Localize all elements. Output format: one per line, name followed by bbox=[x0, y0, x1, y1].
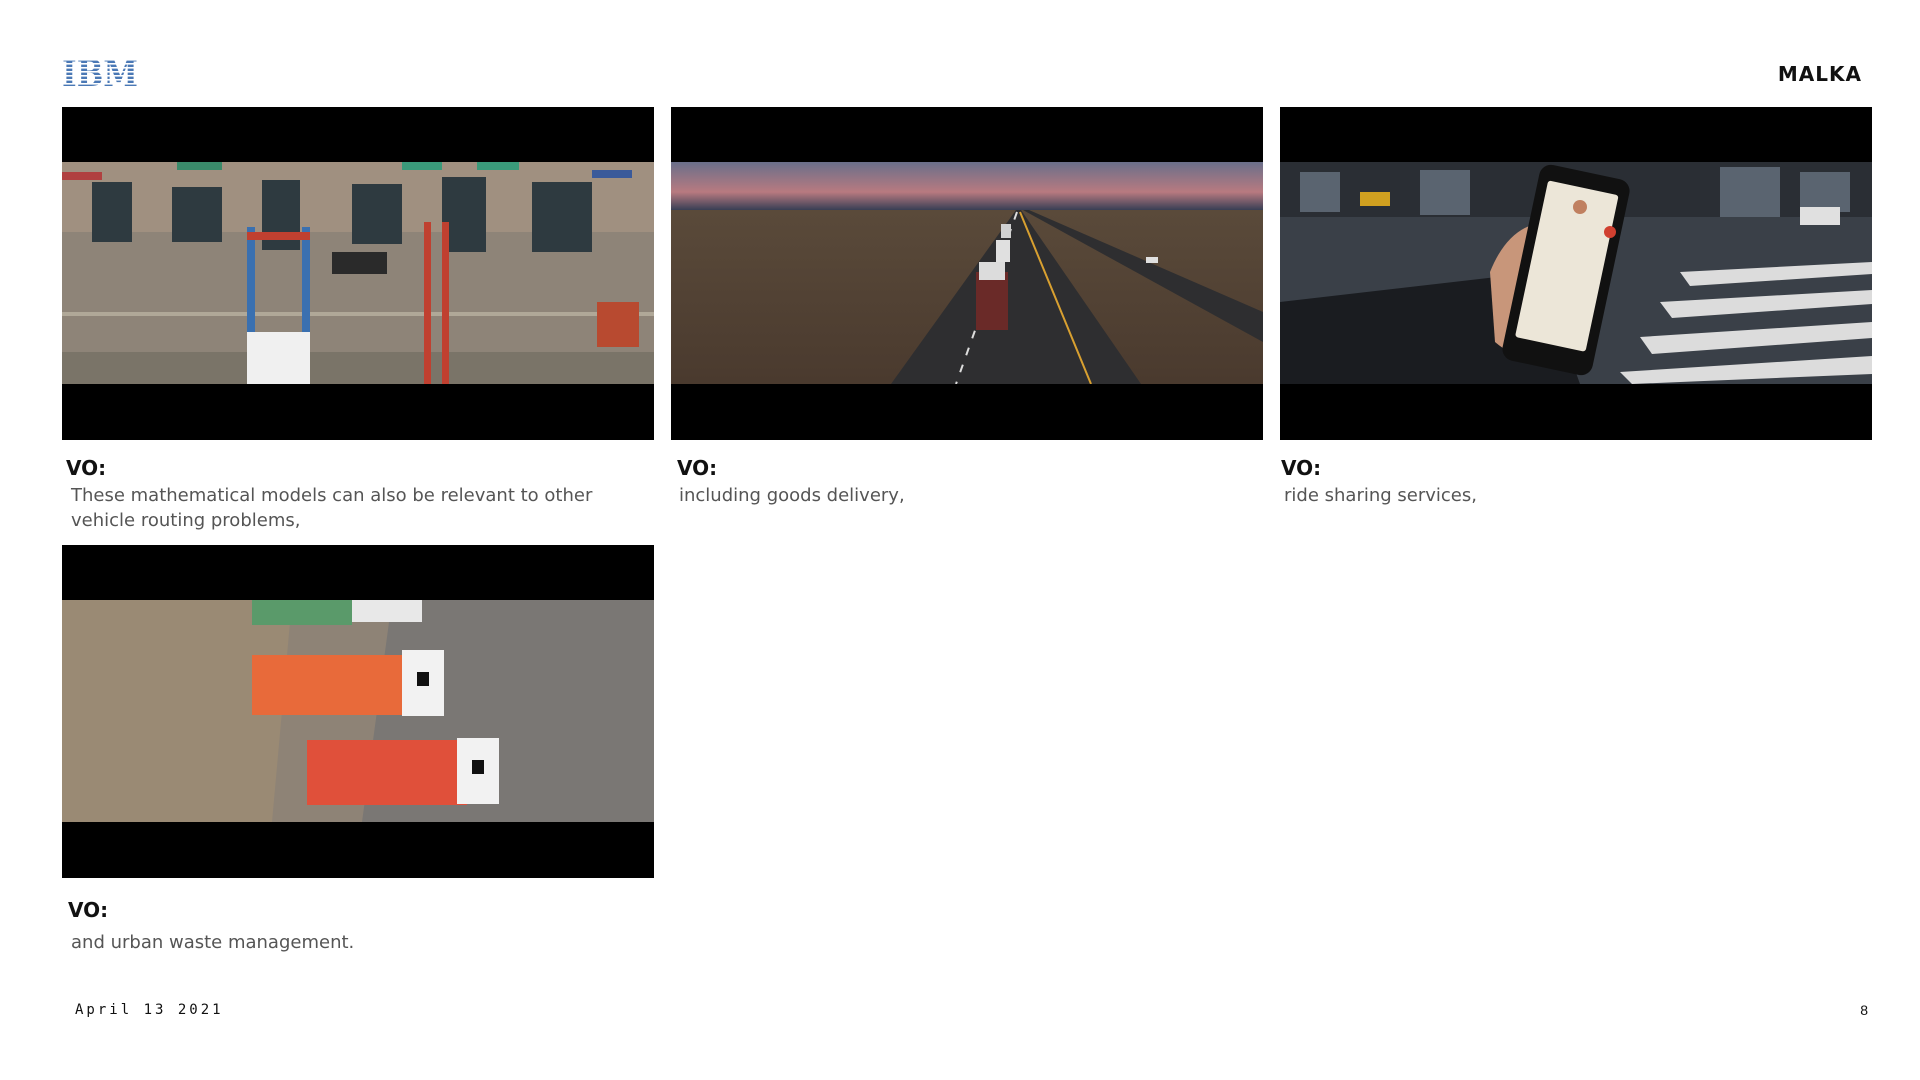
vo-label: VO: bbox=[68, 898, 109, 922]
port-scene-image bbox=[62, 162, 654, 384]
page-number: 8 bbox=[1860, 1002, 1868, 1018]
vo-caption: including goods delivery, bbox=[679, 485, 905, 506]
vo-label: VO: bbox=[66, 456, 107, 480]
storyboard-frame-ridesharing bbox=[1280, 107, 1872, 440]
vo-caption: ride sharing services, bbox=[1284, 485, 1477, 506]
footer-date: April 13 2021 bbox=[75, 1002, 224, 1018]
vo-caption: and urban waste management. bbox=[71, 932, 355, 953]
vo-caption: These mathematical models can also be re… bbox=[71, 485, 593, 531]
waste-trucks-scene-image bbox=[62, 600, 654, 822]
highway-scene-image bbox=[671, 162, 1263, 384]
client-name: MALKA bbox=[1777, 62, 1862, 86]
vo-label: VO: bbox=[1281, 456, 1322, 480]
vo-label: VO: bbox=[677, 456, 718, 480]
storyboard-frame-highway bbox=[671, 107, 1263, 440]
storyboard-frame-waste bbox=[62, 545, 654, 878]
ibm-logo: IBM bbox=[62, 56, 138, 88]
ridesharing-scene-image bbox=[1280, 162, 1872, 384]
storyboard-frame-port bbox=[62, 107, 654, 440]
